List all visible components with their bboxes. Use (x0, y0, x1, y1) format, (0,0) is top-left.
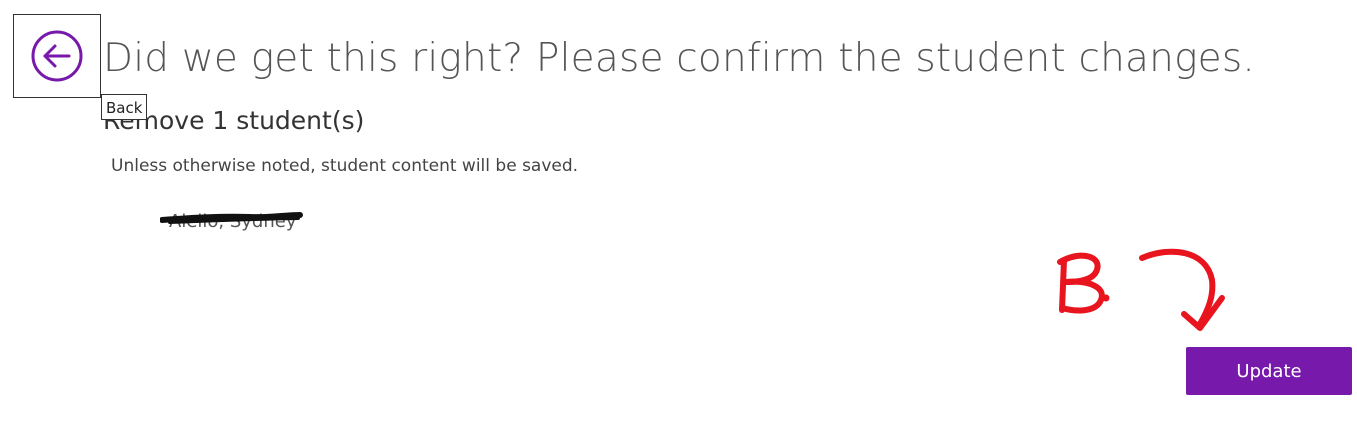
page-title: Did we get this right? Please confirm th… (103, 36, 1255, 81)
update-button[interactable]: Update (1186, 347, 1352, 395)
back-button[interactable] (13, 14, 101, 98)
handwritten-annotation: B. (1050, 240, 1240, 344)
back-tooltip: Back (101, 94, 148, 120)
content-saved-note: Unless otherwise noted, student content … (111, 156, 579, 176)
redaction-mark (160, 212, 303, 224)
back-arrow-circle-icon (29, 28, 85, 84)
